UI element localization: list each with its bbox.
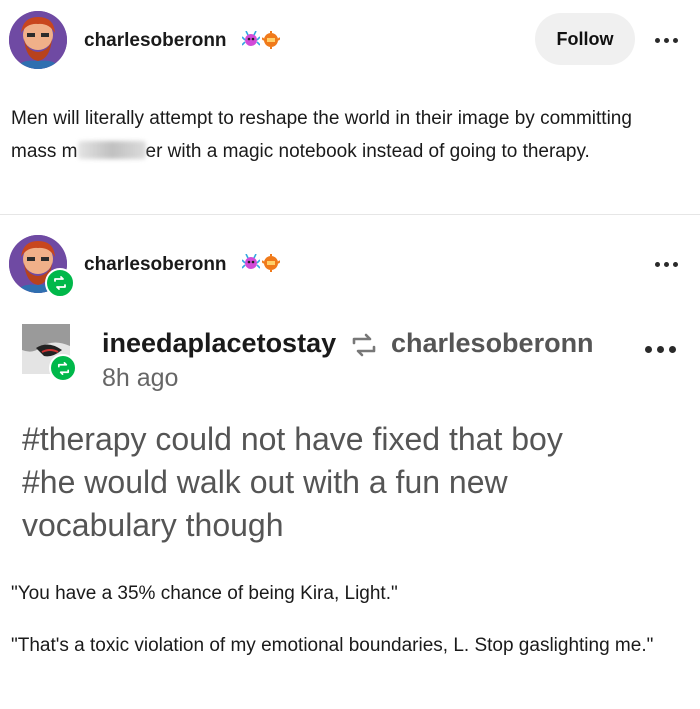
original-post: charlesoberonn Follow Men will literally…	[0, 0, 700, 215]
censor-blur	[77, 141, 146, 159]
source-reblogged-from[interactable]: charlesoberonn	[391, 328, 594, 359]
badge-icon	[262, 254, 280, 272]
divider	[0, 214, 700, 215]
username[interactable]: charlesoberonn	[84, 30, 227, 52]
reblog-icon	[49, 354, 77, 382]
avatar-image	[9, 11, 67, 69]
badge-icon	[242, 254, 260, 269]
post-text: Men will literally attempt to reshape th…	[11, 102, 681, 168]
more-options-icon[interactable]	[645, 346, 676, 353]
reblog-icon	[45, 268, 75, 298]
quote-line: "You have a 35% chance of being Kira, Li…	[11, 583, 398, 604]
post-tags: #therapy could not have fixed that boy #…	[22, 421, 563, 543]
post-text-part: er with a magic notebook instead of goin…	[145, 141, 590, 162]
more-options-icon[interactable]	[655, 262, 678, 267]
badges	[242, 254, 280, 272]
follow-button[interactable]: Follow	[535, 13, 635, 65]
quote-line: "That's a toxic violation of my emotiona…	[11, 635, 654, 656]
avatar[interactable]	[9, 11, 67, 69]
badges	[242, 31, 280, 49]
more-options-icon[interactable]	[655, 38, 678, 43]
source-username[interactable]: ineedaplacetostay	[102, 328, 336, 359]
badge-icon	[262, 31, 280, 49]
badge-icon	[242, 31, 260, 46]
reblog-icon	[352, 333, 376, 357]
reblog-username[interactable]: charlesoberonn	[84, 254, 227, 276]
post-time: 8h ago	[102, 364, 179, 392]
